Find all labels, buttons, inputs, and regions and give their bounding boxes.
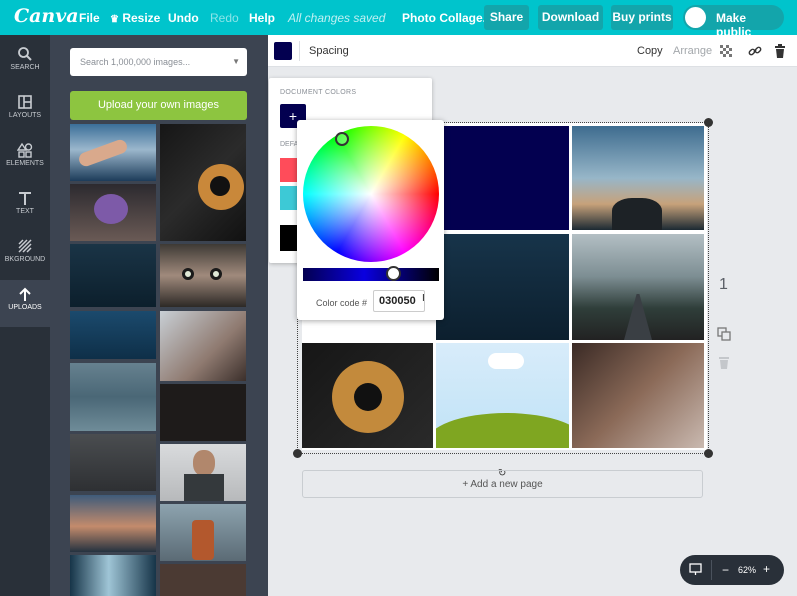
image-search-input[interactable]: Search 1,000,000 images... ▼ [70,48,247,76]
sidebar-label: ELEMENTS [6,160,44,167]
person-shape [192,520,214,560]
sidebar-item-elements[interactable]: ELEMENTS [0,136,50,183]
canva-editor: { "topbar":{"logo":"Canva","file":"File"… [0,0,797,596]
duplicate-page-icon[interactable] [717,327,731,341]
color-wheel[interactable] [303,126,439,262]
zoom-level[interactable]: 62% [738,565,756,575]
undo-button[interactable]: Undo [168,11,199,25]
upload-thumbnail[interactable] [70,311,156,359]
sidebar-label: UPLOADS [8,304,42,311]
file-menu[interactable]: File [79,11,100,25]
present-icon[interactable] [689,563,702,576]
face-shape [193,450,215,476]
chevron-down-icon[interactable]: ▼ [232,57,240,66]
jacket-shape [184,474,224,501]
upload-thumbnail[interactable] [70,434,156,491]
upload-thumbnail[interactable] [160,244,246,307]
eye-shape [182,268,194,280]
elements-icon [17,142,33,158]
buy-prints-button[interactable]: Buy prints [611,5,673,30]
search-icon [18,47,32,61]
add-page-button[interactable]: + Add a new page [302,470,703,498]
guitar-hole [210,176,230,196]
sidebar-item-layouts[interactable]: LAYOUTS [0,88,50,135]
document-colors-label: DOCUMENT COLORS [280,89,357,96]
upload-thumbnail[interactable] [70,495,156,552]
color-wheel-knob[interactable] [335,132,349,146]
resize-label: Resize [122,11,161,25]
arrange-button[interactable]: Arrange [673,45,712,57]
top-bar: Canva File ♛ Resize Undo Redo Help All c… [0,0,797,39]
upload-thumbnail[interactable] [160,124,246,241]
sidebar-label: BKGROUND [4,256,46,263]
upload-thumbnail[interactable] [160,564,246,596]
sidebar-item-search[interactable]: SEARCH [0,40,50,87]
brightness-slider-knob[interactable] [386,266,401,281]
color-picker: Color code # 030050 I [297,120,444,320]
document-title[interactable]: Photo Collage... [402,11,493,25]
upload-thumbnail[interactable] [70,184,156,241]
divider [711,560,712,580]
default-colors-label: DEFA [280,141,299,148]
zoom-control: − 62% + [680,555,784,585]
sidebar-label: TEXT [16,208,34,215]
spacing-button[interactable]: Spacing [309,45,349,57]
sidebar-label: SEARCH [10,64,40,71]
resize-button[interactable]: ♛ Resize [110,11,160,25]
hand-shape [77,137,129,169]
text-cursor-icon: I [422,293,425,304]
upload-thumbnail[interactable] [160,384,246,441]
brightness-slider[interactable] [303,268,439,281]
resize-handle[interactable] [704,449,713,458]
upload-thumbnail[interactable] [160,311,246,381]
upload-thumbnail[interactable] [70,244,156,307]
link-icon[interactable] [748,44,762,58]
toggle-knob [685,7,706,28]
trash-icon[interactable] [774,44,786,58]
upload-icon [19,287,31,301]
lilac-shape [94,194,128,224]
upload-thumbnail[interactable] [70,363,156,431]
help-menu[interactable]: Help [249,11,275,25]
delete-page-icon[interactable] [718,355,730,369]
sidebar-item-text[interactable]: TEXT [0,184,50,231]
upload-images-button[interactable]: Upload your own images [70,91,247,120]
background-icon [18,239,32,253]
resize-handle[interactable] [704,118,713,127]
text-icon [19,192,31,205]
sidebar-item-uploads[interactable]: UPLOADS [0,280,50,327]
resize-handle[interactable] [293,449,302,458]
zoom-out-button[interactable]: − [722,563,729,577]
transparency-icon[interactable] [720,45,732,57]
editor-toolbar: Spacing Copy Arrange [268,35,797,67]
upload-thumbnail[interactable] [70,124,156,181]
download-button[interactable]: Download [538,5,603,30]
divider [299,41,300,61]
upload-thumbnail[interactable] [70,555,156,596]
color-code-input[interactable]: 030050 [373,290,425,312]
sidebar-item-background[interactable]: BKGROUND [0,232,50,279]
eye-shape [210,268,222,280]
upload-thumbnail[interactable] [160,504,246,561]
sidebar-rail: SEARCH LAYOUTS ELEMENTS TEXT BKGROUND UP… [0,35,50,596]
upload-thumbnail[interactable] [160,444,246,501]
crown-icon: ♛ [110,14,119,25]
sidebar-label: LAYOUTS [8,112,42,119]
layouts-icon [18,95,32,109]
color-wheel-center [303,126,439,262]
canva-logo[interactable]: Canva [14,5,79,27]
zoom-in-button[interactable]: + [763,562,770,576]
color-swatch[interactable] [274,42,292,60]
page-number: 1 [719,276,728,293]
search-placeholder: Search 1,000,000 images... [80,57,191,67]
color-code-label: Color code # [316,298,368,308]
save-status: All changes saved [288,11,386,25]
redo-button[interactable]: Redo [210,11,239,25]
uploads-panel: Search 1,000,000 images... ▼ Upload your… [50,35,268,596]
copy-button[interactable]: Copy [637,45,663,57]
share-button[interactable]: Share [484,5,529,30]
make-public-toggle[interactable]: Make public [683,5,784,39]
